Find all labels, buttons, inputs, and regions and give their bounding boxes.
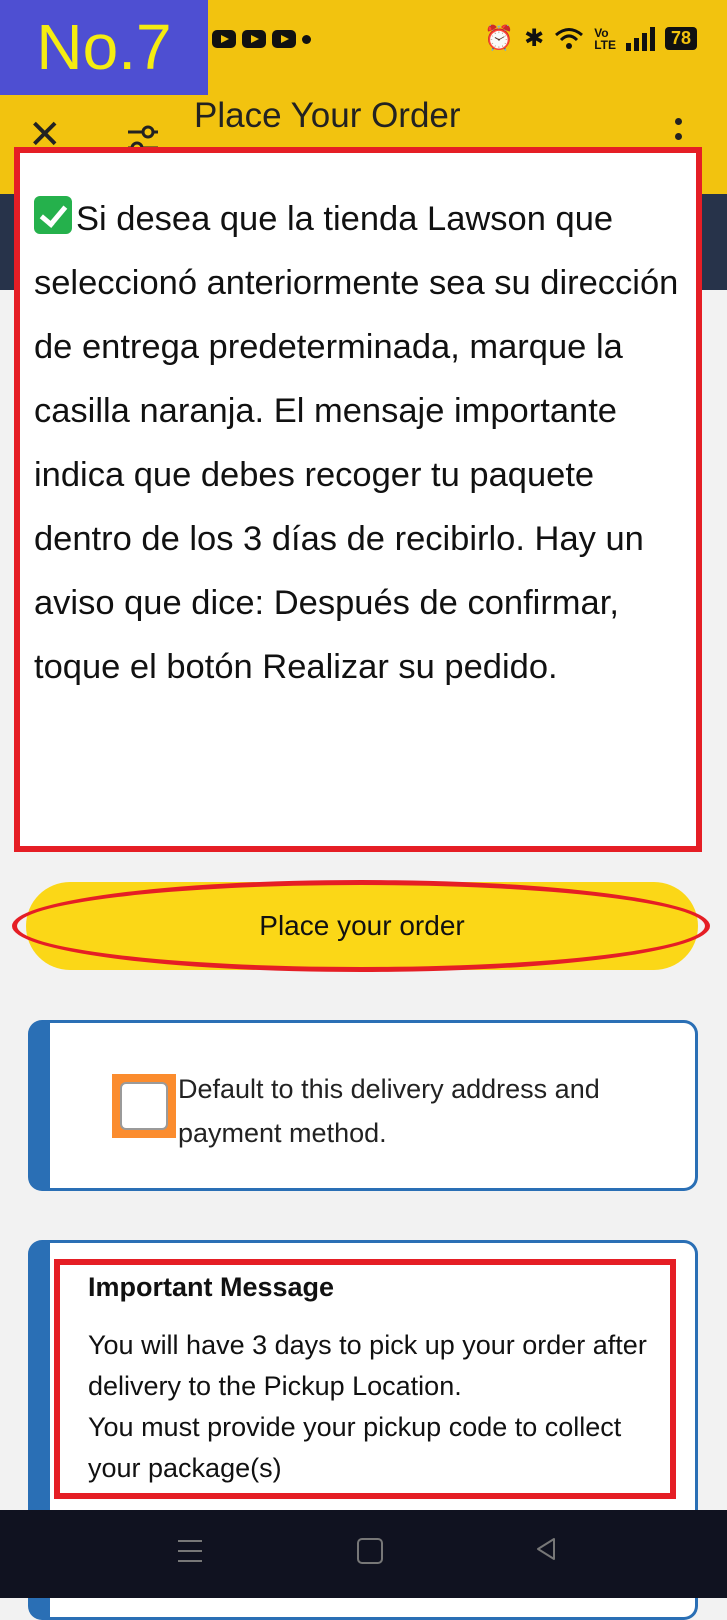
more-notifications-icon (302, 34, 311, 44)
instruction-paragraph: Si desea que la tienda Lawson que selecc… (34, 187, 682, 699)
bluetooth-icon: ✱ (524, 25, 545, 52)
default-option-label: Default to this delivery address and pay… (178, 1074, 600, 1148)
youtube-icon (242, 30, 266, 48)
check-box-icon (34, 196, 72, 234)
place-order-button[interactable]: Place your order (26, 882, 698, 970)
notification-icons (212, 30, 311, 48)
important-line-1: You will have 3 days to pick up your ord… (88, 1330, 647, 1401)
volte-icon: Vo LTE (594, 27, 616, 51)
system-status-icons: ⏰ ✱ Vo LTE 78 (484, 24, 697, 53)
important-message-title: Important Message (88, 1272, 335, 1302)
page-title: Place Your Order (194, 96, 461, 135)
important-message-body: You will have 3 days to pick up your ord… (88, 1325, 668, 1489)
step-badge: No.7 (0, 0, 208, 95)
menu-icon[interactable] (178, 1540, 202, 1570)
alarm-icon: ⏰ (484, 25, 515, 52)
youtube-icon (212, 30, 236, 48)
wifi-icon (555, 27, 584, 49)
system-nav-bar (0, 1510, 727, 1598)
checkbox-highlight (112, 1074, 176, 1138)
volte-bottom-label: LTE (594, 37, 616, 52)
default-checkbox[interactable] (120, 1082, 168, 1130)
youtube-icon (272, 30, 296, 48)
instruction-box: Si desea que la tienda Lawson que selecc… (14, 147, 702, 852)
signal-icon (625, 26, 655, 51)
instruction-text: Si desea que la tienda Lawson que selecc… (34, 200, 679, 686)
battery-icon: 78 (664, 27, 697, 50)
important-line-2: You must provide your pickup code to col… (88, 1412, 622, 1483)
home-icon[interactable] (357, 1538, 383, 1564)
default-option-card: Default to this delivery address and pay… (28, 1020, 698, 1191)
back-icon[interactable] (534, 1536, 560, 1562)
